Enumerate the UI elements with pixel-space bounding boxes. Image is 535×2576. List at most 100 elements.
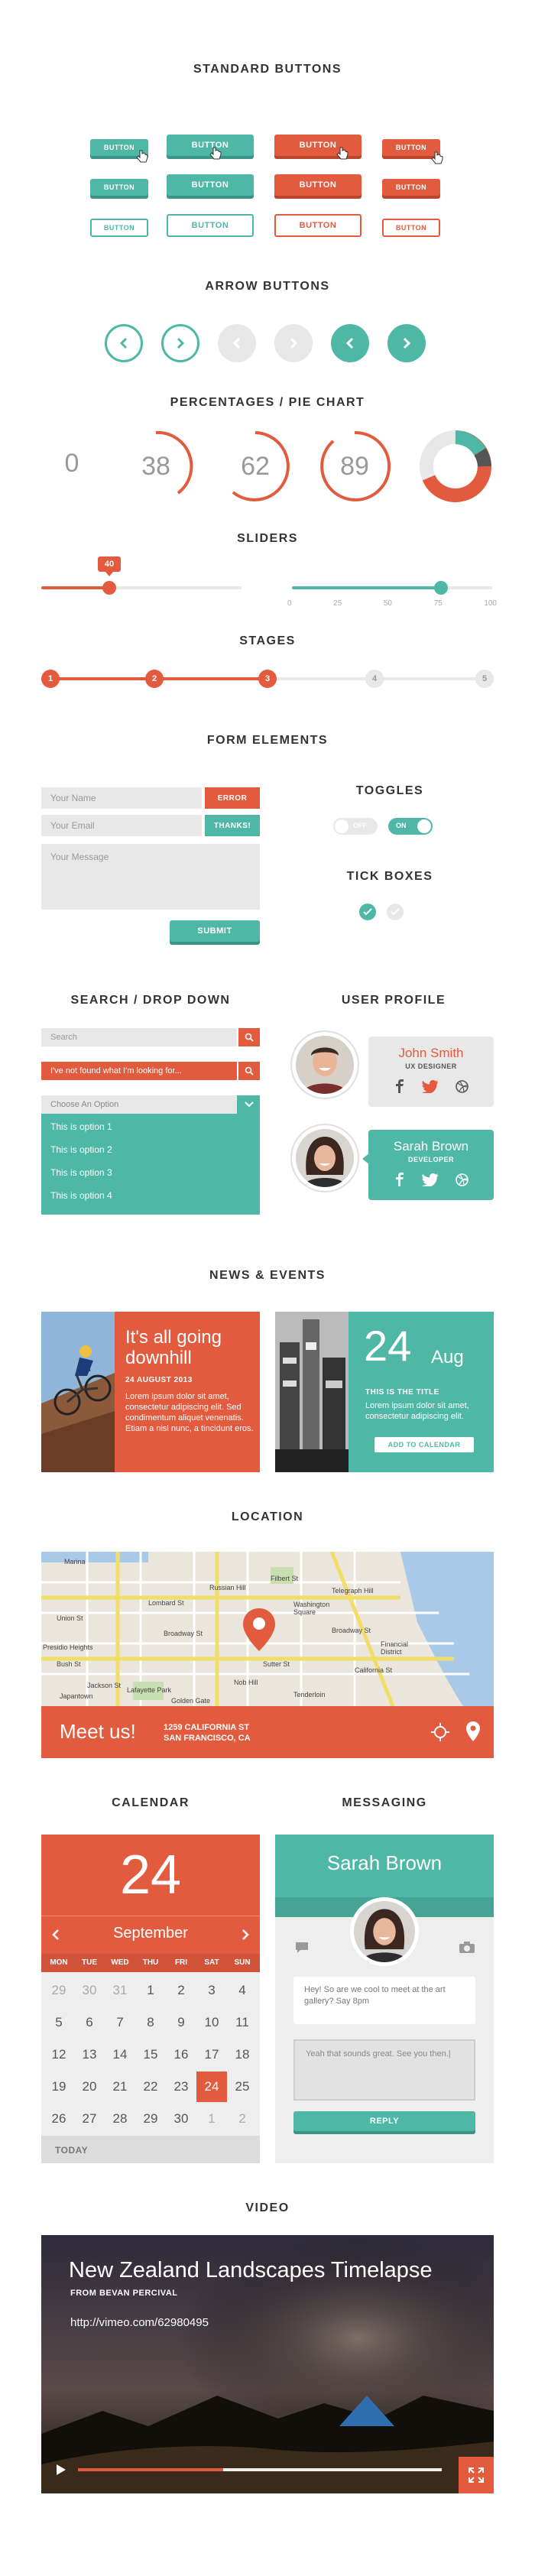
small-outline-orange-button[interactable]: BUTTON (382, 219, 440, 237)
message-field[interactable]: Your Message (41, 844, 260, 910)
calendar-day[interactable]: 18 (227, 2039, 258, 2070)
toggle-off[interactable]: OFF (333, 818, 378, 835)
video-url[interactable]: http://vimeo.com/62980495 (70, 2316, 209, 2329)
calendar-day[interactable]: 19 (44, 2072, 74, 2102)
medium-outline-orange-button[interactable]: BUTTON (274, 214, 362, 237)
toggle-on[interactable]: ON (388, 818, 433, 835)
map[interactable]: Marina Russian Hill Lombard St Telegraph… (41, 1552, 494, 1706)
next-disabled-arrow-button[interactable] (274, 324, 313, 362)
video-player[interactable]: New Zealand Landscapes Timelapse FROM BE… (41, 2235, 494, 2493)
camera-icon[interactable] (459, 1942, 475, 1954)
calendar-day[interactable]: 20 (74, 2072, 105, 2102)
play-icon[interactable] (57, 2464, 66, 2475)
calendar-day[interactable]: 22 (135, 2072, 166, 2102)
calendar-day[interactable]: 14 (105, 2039, 135, 2070)
medium-orange-button-2[interactable]: BUTTON (274, 174, 362, 196)
fullscreen-button[interactable] (459, 2457, 494, 2493)
calendar-day[interactable]: 17 (196, 2039, 227, 2070)
prev-disabled-arrow-button[interactable] (218, 324, 256, 362)
dropdown-select[interactable]: Choose An Option (41, 1095, 237, 1114)
search-button[interactable] (238, 1028, 260, 1046)
facebook-icon[interactable] (394, 1173, 405, 1186)
calendar-day[interactable]: 30 (74, 1975, 105, 2006)
stage-2[interactable]: 2 (145, 670, 164, 688)
add-to-calendar-button[interactable]: ADD TO CALENDAR (374, 1437, 474, 1452)
calendar-day[interactable]: 5 (44, 2007, 74, 2038)
avatar-john[interactable] (292, 1032, 358, 1098)
search-input[interactable]: Search (41, 1028, 237, 1046)
dropdown-toggle[interactable] (238, 1095, 260, 1114)
dribbble-icon[interactable] (456, 1173, 469, 1186)
prev-filled-arrow-button[interactable] (331, 324, 369, 362)
reply-button[interactable]: REPLY (293, 2111, 475, 2131)
calendar-day[interactable]: 26 (44, 2104, 74, 2134)
calendar-day[interactable]: 31 (105, 1975, 135, 2006)
calendar-day[interactable]: 29 (135, 2104, 166, 2134)
stage-1[interactable]: 1 (41, 670, 60, 688)
crosshair-icon[interactable] (431, 1723, 449, 1741)
twitter-icon[interactable] (422, 1173, 439, 1186)
calendar-day[interactable]: 15 (135, 2039, 166, 2070)
calendar-day[interactable]: 21 (105, 2072, 135, 2102)
calendar-day[interactable]: 1 (196, 2104, 227, 2134)
dropdown-option-1[interactable]: This is option 1 (41, 1121, 112, 1132)
calendar-day[interactable]: 12 (44, 2039, 74, 2070)
calendar-day[interactable]: 30 (166, 2104, 196, 2134)
next-filled-arrow-button[interactable] (387, 324, 426, 362)
calendar-day[interactable]: 16 (166, 2039, 196, 2070)
email-field[interactable]: Your Email (41, 815, 202, 836)
medium-outline-teal-button[interactable]: BUTTON (167, 214, 254, 237)
calendar-day[interactable]: 2 (166, 1975, 196, 2006)
search-button-2[interactable] (238, 1062, 260, 1080)
calendar-day[interactable]: 25 (227, 2072, 258, 2102)
today-button[interactable]: TODAY (55, 2145, 88, 2156)
calendar-day[interactable]: 2 (227, 2104, 258, 2134)
calendar-day[interactable]: 9 (166, 2007, 196, 2038)
slider-handle-1[interactable] (102, 581, 116, 595)
calendar-day[interactable]: 29 (44, 1975, 74, 2006)
tick-box-checked[interactable] (359, 904, 376, 920)
stage-5[interactable]: 5 (475, 670, 494, 688)
calendar-day[interactable]: 6 (74, 2007, 105, 2038)
dropdown-option-3[interactable]: This is option 3 (41, 1167, 112, 1178)
event-card[interactable]: 24 Aug THIS IS THE TITLE Lorem ipsum dol… (275, 1312, 494, 1472)
dribbble-icon[interactable] (456, 1080, 469, 1093)
chevron-right-icon[interactable] (242, 1929, 249, 1940)
medium-teal-button-2[interactable]: BUTTON (167, 174, 254, 196)
location-pin-icon[interactable] (466, 1721, 480, 1741)
stage-4[interactable]: 4 (365, 670, 384, 688)
facebook-icon[interactable] (394, 1079, 405, 1093)
small-outline-teal-button[interactable]: BUTTON (90, 219, 148, 237)
small-orange-button-2[interactable]: BUTTON (382, 179, 440, 196)
avatar-sarah[interactable] (292, 1125, 358, 1191)
name-field[interactable]: Your Name (41, 787, 202, 809)
next-outline-arrow-button[interactable] (161, 324, 199, 362)
calendar-day-selected[interactable]: 24 (196, 2072, 227, 2102)
calendar-day[interactable]: 27 (74, 2104, 105, 2134)
dropdown-option-2[interactable]: This is option 2 (41, 1144, 112, 1155)
calendar-day[interactable]: 7 (105, 2007, 135, 2038)
calendar-day[interactable]: 11 (227, 2007, 258, 2038)
map-pin-icon[interactable] (243, 1608, 275, 1651)
twitter-icon[interactable] (422, 1080, 439, 1093)
calendar-day[interactable]: 10 (196, 2007, 227, 2038)
dropdown-option-4[interactable]: This is option 4 (41, 1190, 112, 1201)
calendar-day[interactable]: 8 (135, 2007, 166, 2038)
search-error-input[interactable]: I've not found what I'm looking for... (41, 1062, 237, 1080)
prev-outline-arrow-button[interactable] (105, 324, 143, 362)
calendar-day[interactable]: 3 (196, 1975, 227, 2006)
calendar-day[interactable]: 1 (135, 1975, 166, 2006)
chat-bubble-icon[interactable] (295, 1942, 309, 1954)
calendar-day[interactable]: 23 (166, 2072, 196, 2102)
news-photo-cyclist (41, 1312, 115, 1472)
calendar-day[interactable]: 13 (74, 2039, 105, 2070)
submit-button[interactable]: SUBMIT (170, 920, 260, 942)
calendar-day[interactable]: 28 (105, 2104, 135, 2134)
tick-box-unchecked[interactable] (387, 904, 404, 920)
reply-textarea[interactable]: Yeah that sounds great. See you then.| (293, 2039, 475, 2101)
news-card[interactable]: It's all going downhill 24 AUGUST 2013 L… (41, 1312, 260, 1472)
slider-handle-2[interactable] (434, 581, 448, 595)
calendar-day[interactable]: 4 (227, 1975, 258, 2006)
small-teal-button-2[interactable]: BUTTON (90, 179, 148, 196)
stage-3[interactable]: 3 (258, 670, 277, 688)
